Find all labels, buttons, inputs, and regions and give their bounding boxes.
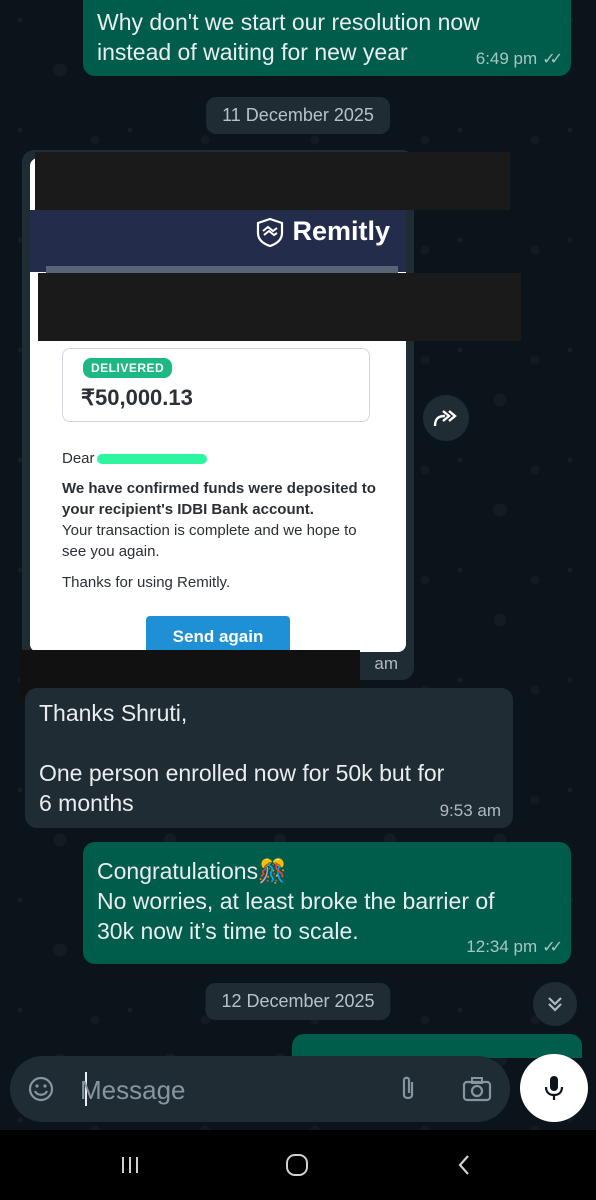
mic-button[interactable] [520, 1054, 588, 1122]
message-time: 12:34 pm [466, 937, 538, 956]
outgoing-message-partial [292, 1034, 582, 1058]
amount-card: DELIVERED ₹50,000.13 [62, 348, 370, 422]
name-scribble [96, 454, 207, 465]
outgoing-message[interactable]: Why don't we start our resolution now in… [83, 0, 571, 76]
system-nav-bar [0, 1130, 596, 1200]
redaction-bar [35, 152, 510, 210]
greeting-text: Dear [62, 450, 95, 467]
paperclip-icon[interactable] [393, 1074, 423, 1104]
amount-value: ₹50,000.13 [81, 385, 193, 410]
message-meta: 9:53 am [440, 801, 501, 821]
message-time: 6:49 pm [475, 49, 538, 68]
remitly-email-screenshot[interactable]: Remitly DELIVERED ₹50,000.13 Dear We hav… [30, 158, 406, 652]
image-message[interactable]: Remitly DELIVERED ₹50,000.13 Dear We hav… [22, 150, 414, 680]
email-greeting: Dear [62, 448, 382, 469]
date-separator: 12 December 2025 [205, 983, 391, 1020]
message-meta: 6:49 pm ✓✓ [475, 49, 563, 69]
message-text: Why don't we start our resolution now in… [97, 9, 480, 65]
logo-text: Remitly [292, 216, 390, 246]
double-chevron-down-icon[interactable] [533, 982, 577, 1026]
double-check-icon: ✓✓ [542, 51, 563, 68]
complete-text: Your transaction is complete and we hope… [62, 522, 357, 560]
incoming-message[interactable]: Thanks Shruti, One person enrolled now f… [25, 688, 513, 828]
camera-icon[interactable] [462, 1074, 492, 1104]
emoji-icon[interactable] [26, 1074, 56, 1104]
status-badge: DELIVERED [83, 358, 173, 378]
message-meta: 12:34 pm ✓✓ [466, 937, 563, 957]
remitly-shield-icon [257, 217, 284, 247]
redaction-bar [38, 273, 521, 341]
recents-icon[interactable] [110, 1150, 150, 1180]
chat-area: Why don't we start our resolution now in… [0, 0, 596, 1130]
double-check-icon: ✓✓ [542, 939, 563, 956]
back-icon[interactable] [444, 1150, 484, 1180]
message-time-fragment: am [374, 654, 398, 673]
message-input[interactable] [78, 1068, 382, 1112]
message-time: 9:53 am [439, 801, 501, 820]
outgoing-message[interactable]: Congratulations🎊 No worries, at least br… [83, 842, 571, 964]
send-again-button[interactable]: Send again [146, 616, 290, 652]
home-icon[interactable] [277, 1150, 317, 1180]
message-text: Thanks Shruti, One person enrolled now f… [39, 700, 445, 816]
forward-icon[interactable] [423, 395, 469, 441]
confirm-text: We have confirmed funds were deposited t… [62, 480, 376, 518]
date-separator: 11 December 2025 [206, 97, 390, 134]
message-text: Congratulations🎊 No worries, at least br… [97, 858, 495, 944]
message-composer [10, 1056, 510, 1122]
mic-icon [544, 1076, 564, 1100]
remitly-logo: Remitly [256, 216, 390, 247]
thanks-text: Thanks for using Remitly. [62, 574, 231, 591]
